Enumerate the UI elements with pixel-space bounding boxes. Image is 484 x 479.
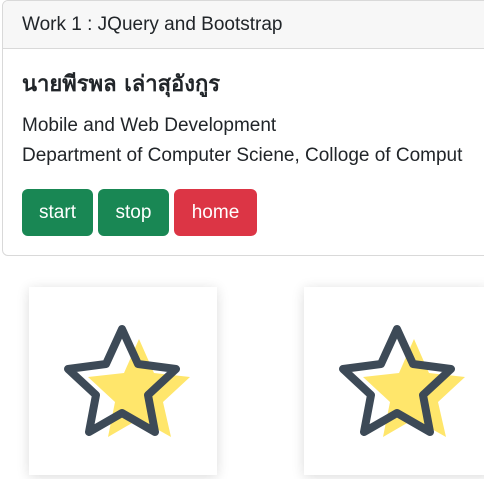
star-tile[interactable] [304,287,484,475]
stop-button[interactable]: stop [98,189,169,236]
home-button[interactable]: home [174,189,257,236]
student-name: นายพีรพล เล่าสุอังกูร [22,72,221,97]
card-header: Work 1 : JQuery and Bootstrap [3,1,484,49]
course-name: Mobile and Web Development [22,115,277,136]
info-card: Work 1 : JQuery and Bootstrap นายพีรพล เ… [2,0,484,256]
start-button[interactable]: start [22,189,93,236]
star-icon [64,325,190,437]
star-icon [339,325,465,437]
star-tile[interactable] [29,287,217,475]
department-name: Department of Computer Sciene, Colloge o… [22,145,463,166]
